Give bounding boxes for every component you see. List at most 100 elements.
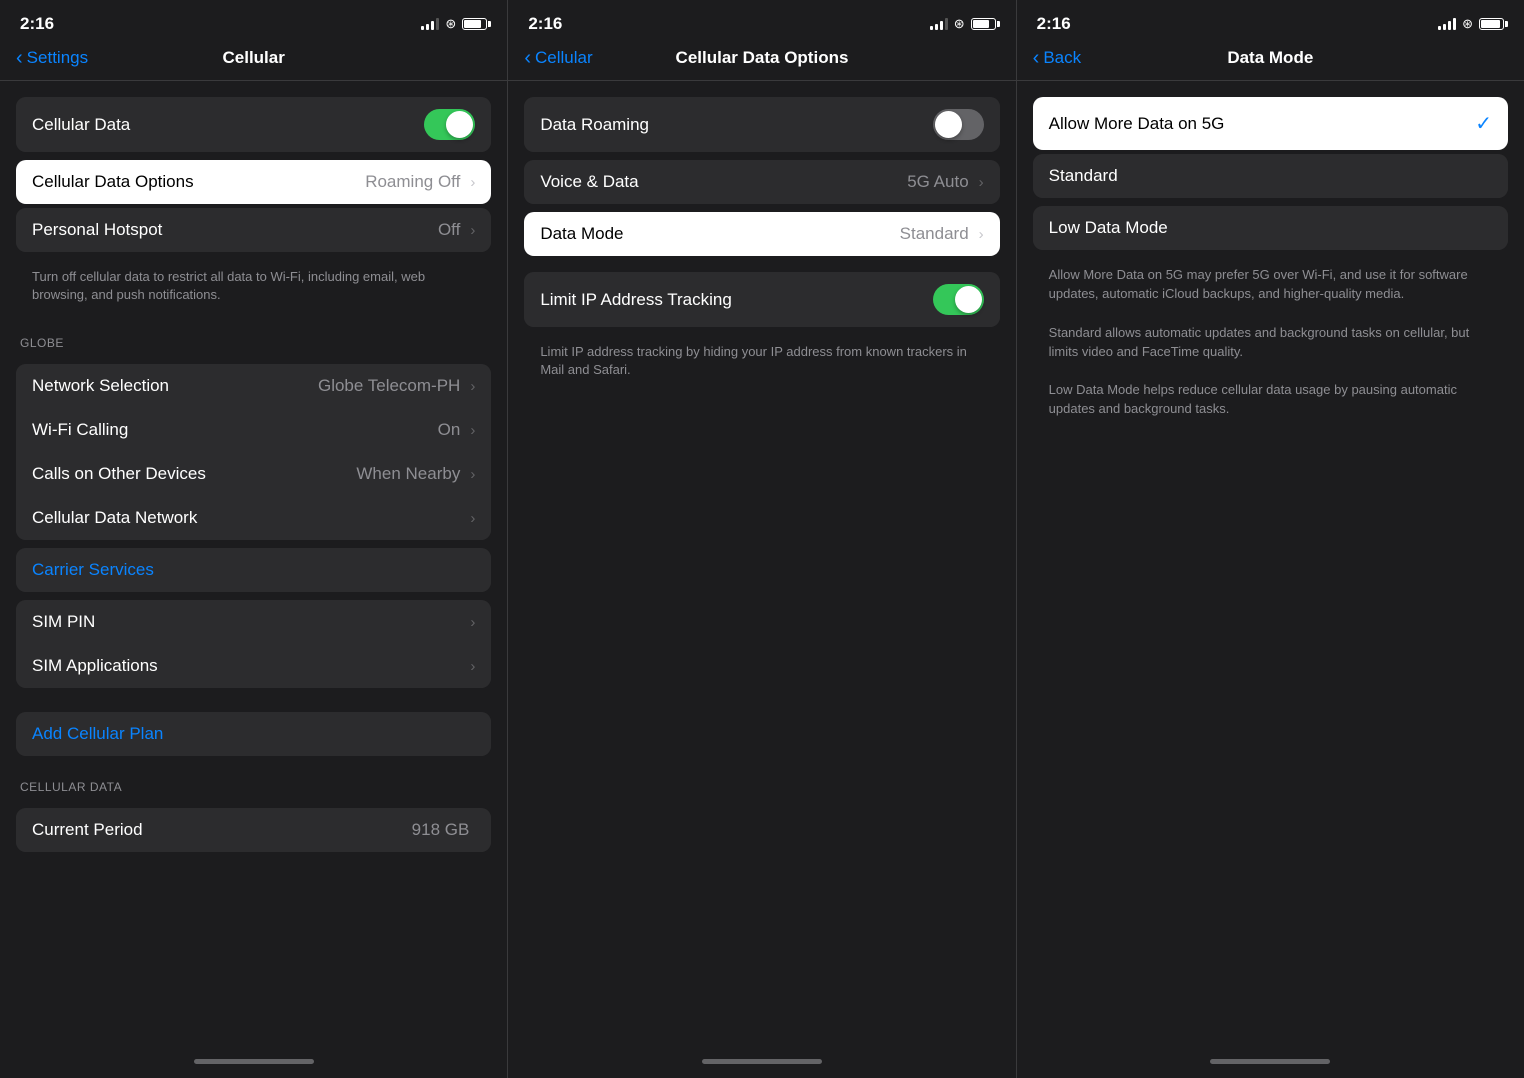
home-bar-3 [1210, 1059, 1330, 1064]
current-period-label: Current Period [32, 820, 412, 840]
page-title-2: Cellular Data Options [676, 48, 849, 68]
wifi-calling-label: Wi-Fi Calling [32, 420, 438, 440]
panel-data-mode: 2:16 ⊛ ‹ Back Data Mode Allow More Data … [1017, 0, 1524, 1078]
current-period-group: Current Period 918 GB [16, 808, 491, 852]
data-mode-item[interactable]: Data Mode Standard › [524, 212, 999, 256]
allow-more-data-label: Allow More Data on 5G [1049, 114, 1476, 134]
cellular-data-section-header: CELLULAR DATA [0, 764, 507, 800]
settings-content-3[interactable]: Allow More Data on 5G ✓ Standard Low Dat… [1017, 81, 1524, 1044]
personal-hotspot-group: Personal Hotspot Off › [16, 208, 491, 252]
status-bar-1: 2:16 ⊛ [0, 0, 507, 40]
status-time-1: 2:16 [20, 14, 54, 34]
status-icons-2: ⊛ [930, 16, 996, 32]
back-label-3: Back [1043, 48, 1081, 68]
home-indicator-3 [1017, 1044, 1524, 1078]
voice-data-group: Voice & Data 5G Auto › [524, 160, 999, 204]
cellular-data-network-item[interactable]: Cellular Data Network › [16, 496, 491, 540]
allow-more-data-item[interactable]: Allow More Data on 5G ✓ [1033, 97, 1508, 150]
limit-ip-label: Limit IP Address Tracking [540, 290, 932, 310]
standard-item[interactable]: Standard [1033, 154, 1508, 198]
panel-cellular: 2:16 ⊛ ‹ Settings Cellular Cellular [0, 0, 508, 1078]
panel-cellular-data-options: 2:16 ⊛ ‹ Cellular Cellular Data Options [508, 0, 1016, 1078]
settings-content-1[interactable]: Cellular Data Cellular Data Options Roam… [0, 81, 507, 1044]
data-mode-value: Standard [900, 224, 969, 244]
limit-ip-note: Limit IP address tracking by hiding your… [508, 335, 1015, 395]
data-roaming-label: Data Roaming [540, 115, 932, 135]
chevron-icon-9: › [979, 174, 984, 191]
add-cellular-plan-label: Add Cellular Plan [32, 724, 475, 744]
add-cellular-plan-item[interactable]: Add Cellular Plan [16, 712, 491, 756]
chevron-icon-4: › [470, 422, 475, 439]
cellular-data-options-label: Cellular Data Options [32, 172, 365, 192]
sim-pin-item[interactable]: SIM PIN › [16, 600, 491, 644]
home-bar-2 [702, 1059, 822, 1064]
sim-group: SIM PIN › SIM Applications › [16, 600, 491, 688]
cellular-data-toggle[interactable] [424, 109, 475, 140]
data-roaming-group: Data Roaming [524, 97, 999, 152]
low-data-group: Low Data Mode [1033, 206, 1508, 250]
chevron-icon-8: › [470, 658, 475, 675]
status-bar-3: 2:16 ⊛ [1017, 0, 1524, 40]
carrier-services-group: Carrier Services [16, 548, 491, 592]
toggle-knob [446, 111, 473, 138]
limit-ip-item[interactable]: Limit IP Address Tracking [524, 272, 999, 327]
sim-applications-item[interactable]: SIM Applications › [16, 644, 491, 688]
signal-icon-2 [930, 18, 948, 30]
chevron-icon-10: › [979, 226, 984, 243]
personal-hotspot-item[interactable]: Personal Hotspot Off › [16, 208, 491, 252]
back-button-2[interactable]: ‹ Cellular [524, 48, 592, 68]
back-arrow-2: ‹ [524, 48, 531, 68]
page-title-1: Cellular [222, 48, 284, 68]
data-roaming-knob [935, 111, 962, 138]
data-roaming-item[interactable]: Data Roaming [524, 97, 999, 152]
standard-description: Standard allows automatic updates and ba… [1017, 316, 1524, 374]
nav-bar-2: ‹ Cellular Cellular Data Options [508, 40, 1015, 80]
signal-icon-1 [421, 18, 439, 30]
calls-other-devices-value: When Nearby [356, 464, 460, 484]
cellular-data-group: Cellular Data [16, 97, 491, 152]
cellular-data-network-label: Cellular Data Network [32, 508, 470, 528]
wifi-icon-3: ⊛ [1462, 16, 1473, 32]
low-data-item[interactable]: Low Data Mode [1033, 206, 1508, 250]
carrier-services-label: Carrier Services [32, 560, 475, 580]
calls-other-devices-item[interactable]: Calls on Other Devices When Nearby › [16, 452, 491, 496]
voice-data-label: Voice & Data [540, 172, 907, 192]
carrier-services-item[interactable]: Carrier Services [16, 548, 491, 592]
globe-group: Network Selection Globe Telecom-PH › Wi-… [16, 364, 491, 540]
network-selection-item[interactable]: Network Selection Globe Telecom-PH › [16, 364, 491, 408]
personal-hotspot-label: Personal Hotspot [32, 220, 438, 240]
nav-bar-3: ‹ Back Data Mode [1017, 40, 1524, 80]
battery-icon-2 [971, 18, 996, 30]
home-indicator-2 [508, 1044, 1015, 1078]
home-bar-1 [194, 1059, 314, 1064]
globe-section-header: GLOBE [0, 320, 507, 356]
data-roaming-toggle[interactable] [933, 109, 984, 140]
wifi-icon-2: ⊛ [954, 16, 965, 32]
calls-other-devices-label: Calls on Other Devices [32, 464, 356, 484]
back-button-3[interactable]: ‹ Back [1033, 48, 1081, 68]
standard-group: Standard [1033, 154, 1508, 198]
limit-ip-knob [955, 286, 982, 313]
allow-more-data-description: Allow More Data on 5G may prefer 5G over… [1017, 258, 1524, 316]
cellular-data-item[interactable]: Cellular Data [16, 97, 491, 152]
status-icons-1: ⊛ [421, 16, 487, 32]
settings-content-2[interactable]: Data Roaming Voice & Data 5G Auto › Data… [508, 81, 1015, 1044]
chevron-icon-7: › [470, 614, 475, 631]
back-label-1: Settings [27, 48, 88, 68]
voice-data-item[interactable]: Voice & Data 5G Auto › [524, 160, 999, 204]
chevron-icon-5: › [470, 466, 475, 483]
low-data-label: Low Data Mode [1049, 218, 1492, 238]
cellular-data-options-item[interactable]: Cellular Data Options Roaming Off › [16, 160, 491, 204]
chevron-icon-6: › [470, 510, 475, 527]
wifi-calling-item[interactable]: Wi-Fi Calling On › [16, 408, 491, 452]
limit-ip-group: Limit IP Address Tracking [524, 272, 999, 327]
chevron-icon-3: › [470, 378, 475, 395]
low-data-description: Low Data Mode helps reduce cellular data… [1017, 373, 1524, 431]
cellular-data-note: Turn off cellular data to restrict all d… [0, 260, 507, 320]
current-period-value: 918 GB [412, 820, 470, 840]
status-icons-3: ⊛ [1438, 16, 1504, 32]
battery-icon-1 [462, 18, 487, 30]
back-button-1[interactable]: ‹ Settings [16, 48, 88, 68]
limit-ip-toggle[interactable] [933, 284, 984, 315]
chevron-icon: › [470, 174, 475, 191]
